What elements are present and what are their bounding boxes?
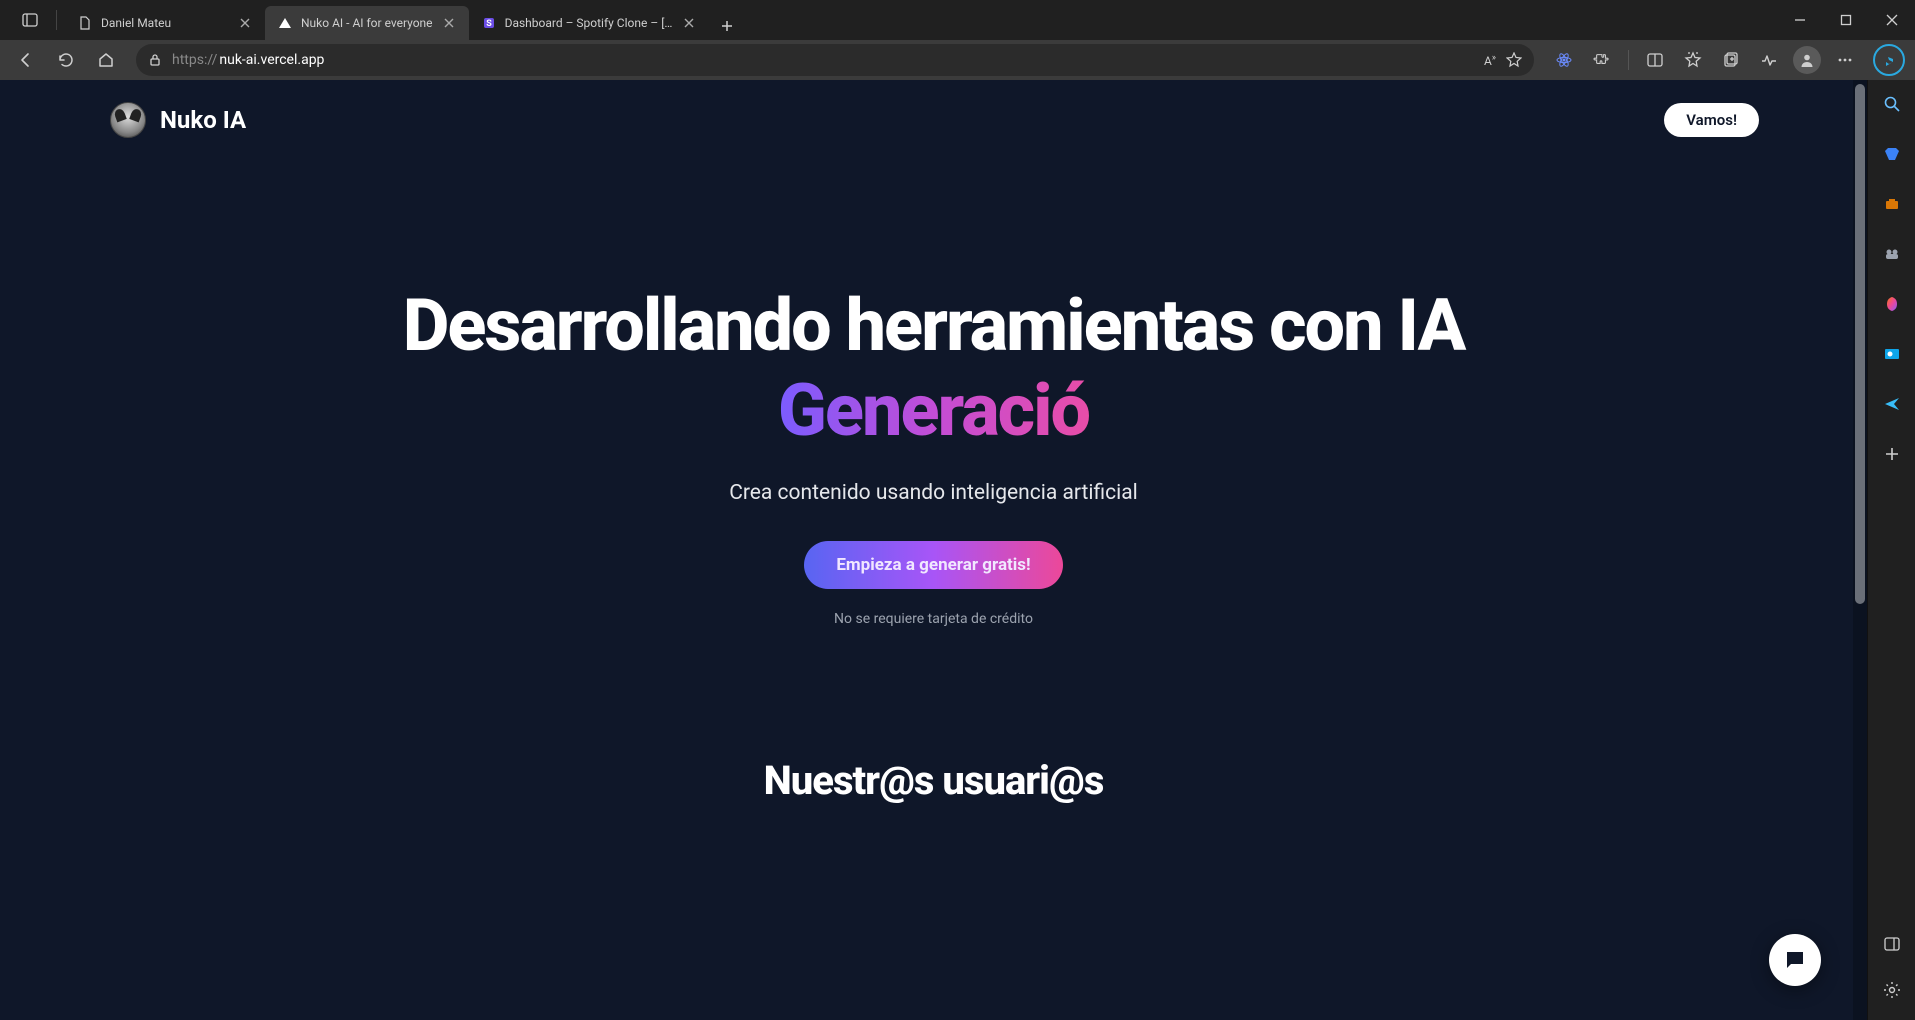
tab-title: Nuko AI - AI for everyone [301,16,433,30]
tab-daniel-mateu[interactable]: Daniel Mateu [65,6,265,40]
settings-icon[interactable] [1876,974,1908,1006]
hero-gradient-text: Generació [778,368,1089,453]
hero-note: No se requiere tarjeta de crédito [40,611,1827,627]
file-icon [77,15,93,31]
react-devtools-icon[interactable] [1546,44,1582,76]
toolbar: https://nuk-ai.vercel.app A» [0,40,1915,80]
minimize-button[interactable] [1777,0,1823,40]
tab-nuko-ai[interactable]: Nuko AI - AI for everyone [265,6,469,40]
tabs: Daniel Mateu Nuko AI - AI for everyone S [65,0,741,40]
address-bar[interactable]: https://nuk-ai.vercel.app A» [136,44,1534,76]
collapse-sidebar-icon[interactable] [1876,928,1908,960]
logo[interactable]: Nuko IA [110,102,246,138]
window-controls [1777,0,1915,40]
performance-icon[interactable] [1751,44,1787,76]
separator [1628,50,1629,70]
vercel-icon [277,15,293,31]
toolbar-right [1546,44,1907,76]
favorite-icon[interactable] [1506,52,1522,68]
titlebar-left [0,4,57,36]
supabase-icon: S [481,15,497,31]
more-icon[interactable] [1827,44,1863,76]
shopping-icon[interactable] [1876,138,1908,170]
reader-icon[interactable]: A» [1484,53,1496,68]
tab-title: Daniel Mateu [101,16,229,30]
split-screen-icon[interactable] [1637,44,1673,76]
profile-icon[interactable] [1789,44,1825,76]
tab-spotify-dashboard[interactable]: S Dashboard – Spotify Clone – [Pr… [469,6,709,40]
page-viewport: Nuko IA Vamos! Desarrollando herramienta… [0,80,1867,1020]
svg-text:S: S [486,19,492,29]
edge-sidebar [1867,80,1915,1020]
hero-cta-button[interactable]: Empieza a generar gratis! [804,541,1062,589]
search-icon[interactable] [1876,88,1908,120]
scrollbar-thumb[interactable] [1855,84,1865,604]
tab-title: Dashboard – Spotify Clone – [Pr… [505,16,673,30]
outlook-icon[interactable] [1876,338,1908,370]
maximize-button[interactable] [1823,0,1869,40]
tab-actions-icon[interactable] [12,4,48,36]
bing-chat-icon[interactable] [1871,44,1907,76]
back-button[interactable] [8,44,44,76]
favorites-icon[interactable] [1675,44,1711,76]
url-text: https://nuk-ai.vercel.app [172,52,1474,68]
hero-subtitle: Crea contenido usando inteligencia artif… [40,481,1827,505]
refresh-button[interactable] [48,44,84,76]
chat-icon [1783,948,1807,972]
brand-text: Nuko IA [160,106,246,134]
add-icon[interactable] [1876,438,1908,470]
close-icon[interactable] [441,15,457,31]
titlebar: Daniel Mateu Nuko AI - AI for everyone S [0,0,1915,40]
lock-icon [148,53,162,67]
logo-icon [110,102,146,138]
chat-fab[interactable] [1769,934,1821,986]
section-users-title: Nuestr@s usuari@s [0,757,1867,804]
send-icon[interactable] [1876,388,1908,420]
home-button[interactable] [88,44,124,76]
tools-icon[interactable] [1876,188,1908,220]
hero-title: Desarrollando herramientas con IA [40,288,1827,364]
new-tab-button[interactable] [713,12,741,40]
header-cta-button[interactable]: Vamos! [1664,103,1759,137]
extensions-icon[interactable] [1584,44,1620,76]
collections-icon[interactable] [1713,44,1749,76]
site-header: Nuko IA Vamos! [0,80,1867,138]
close-icon[interactable] [681,15,697,31]
browser-chrome: Daniel Mateu Nuko AI - AI for everyone S [0,0,1915,80]
vertical-scrollbar[interactable] [1853,80,1867,1020]
games-icon[interactable] [1876,238,1908,270]
office-icon[interactable] [1876,288,1908,320]
close-window-button[interactable] [1869,0,1915,40]
hero: Desarrollando herramientas con IA Genera… [0,288,1867,627]
close-icon[interactable] [237,15,253,31]
